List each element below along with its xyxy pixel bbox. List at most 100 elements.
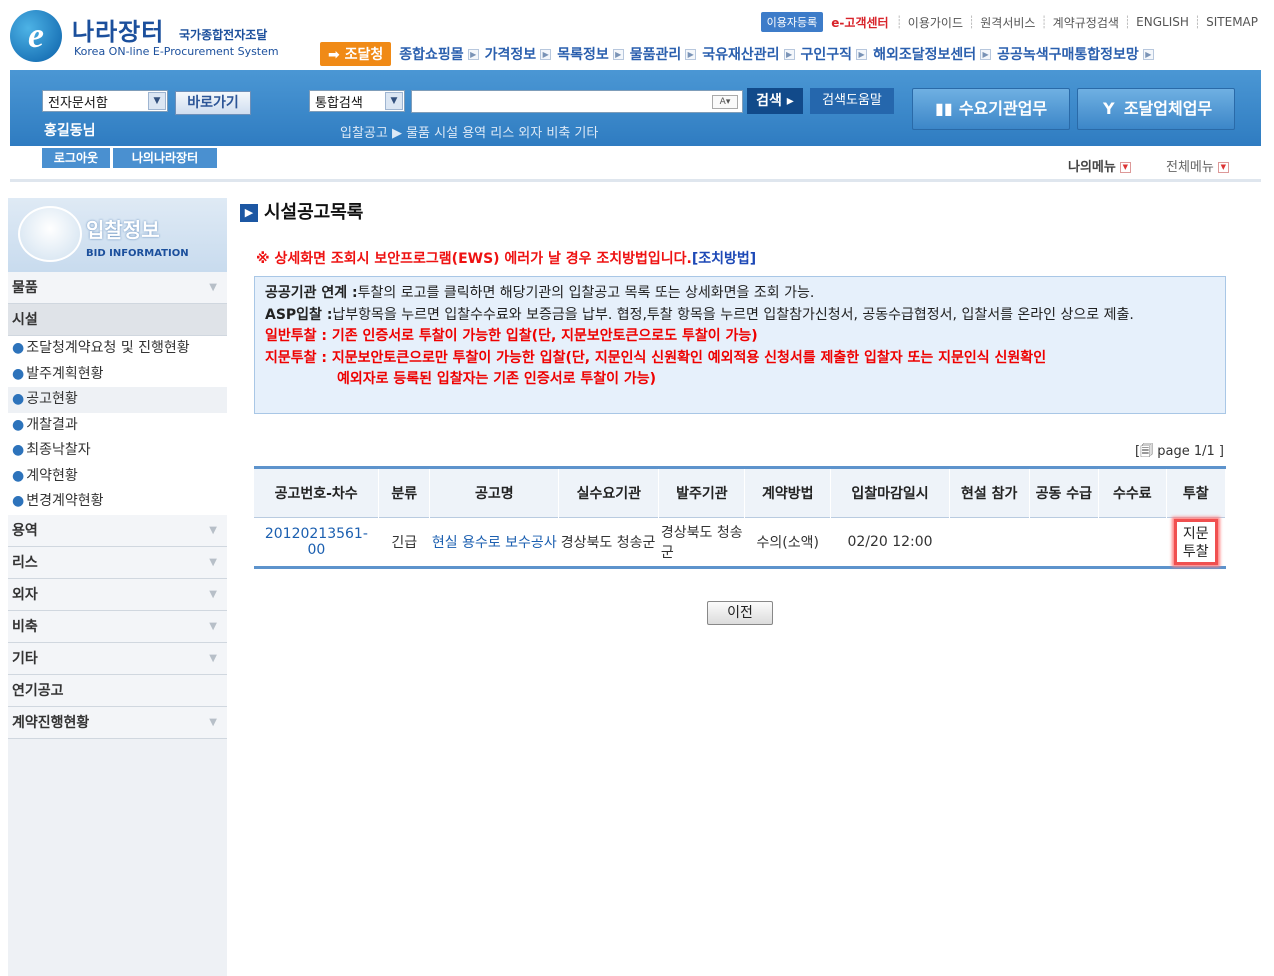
global-nav: ➡ 조달청 종합쇼핑몰 ▶ 가격정보 ▶ 목록정보 ▶ 물품관리 ▶ 국유재산관리 ▶ 구… xyxy=(320,42,1160,66)
gnav-item-price[interactable]: 가격정보 ▶ xyxy=(485,44,552,64)
chevron-down-icon: ▼ xyxy=(385,92,403,110)
col-header-category: 분류 xyxy=(378,467,431,518)
my-menu-link[interactable]: 나의메뉴 ▼ xyxy=(1068,156,1131,175)
bullet-icon: ● xyxy=(12,493,25,509)
notice-title-link[interactable]: 현실 용수로 보수공사 xyxy=(429,517,559,568)
col-header-deadline: 입찰마감일시 xyxy=(830,467,950,518)
sidebar-item-etc[interactable]: 기타 ▼ xyxy=(8,642,227,675)
all-menu-link[interactable]: 전체메뉴 ▼ xyxy=(1166,156,1229,175)
utility-links: 이용자등록 e-고객센터 ┊ 이용가이드 ┊ 원격서비스 ┊ 계약규정검색 ┊ ENGL… xyxy=(760,12,1258,32)
doc-box-select[interactable]: 전자문서함 ▼ xyxy=(42,90,168,112)
sidebar-item-progress[interactable]: 계약진행현황 ▼ xyxy=(8,706,227,739)
cell-order-agency: 경상북도 청송군 xyxy=(658,517,745,568)
fingerprint-bid-button[interactable]: 지문 투찰 xyxy=(1173,519,1218,565)
sidebar-subitem-notice[interactable]: ● 공고현황 xyxy=(8,387,227,413)
search-help-button[interactable]: 검색도움말 xyxy=(810,88,894,114)
sidebar-item-postponed[interactable]: 연기공고 xyxy=(8,674,227,707)
logo-english: Korea ON-line E-Procurement System xyxy=(74,45,279,58)
gnav-item-green[interactable]: 공공녹색구매통합정보망 ▶ xyxy=(997,44,1154,64)
book-icon: ▮▮ xyxy=(935,99,953,118)
chevron-down-icon: ▼ xyxy=(148,92,166,110)
gnav-item-state-property[interactable]: 국유재산관리 ▶ xyxy=(702,44,795,64)
handshake-icon: Y xyxy=(1103,99,1115,118)
user-name: 홍길동님 xyxy=(44,123,96,139)
col-header-bid: 투찰 xyxy=(1166,467,1227,518)
sidebar-item-service[interactable]: 용역 ▼ xyxy=(8,514,227,547)
sidebar-subitem-contract[interactable]: ● 계약현황 xyxy=(8,463,227,489)
sidebar-item-foreign[interactable]: 외자 ▼ xyxy=(8,578,227,611)
sidebar-subitem-request[interactable]: ● 조달청계약요청 및 진행현황 xyxy=(8,336,227,362)
english-link[interactable]: ENGLISH xyxy=(1136,15,1189,29)
sidebar-title: 입찰정보 xyxy=(86,218,160,242)
chevron-down-icon: ▼ xyxy=(209,716,217,728)
col-header-site-visit: 현설 참가 xyxy=(949,467,1030,518)
fix-method-link[interactable]: [조치방법] xyxy=(692,251,756,267)
arrow-right-icon: ▶ xyxy=(1142,48,1154,60)
sidebar-subitem-plan[interactable]: ● 발주계획현황 xyxy=(8,361,227,387)
sitemap-link[interactable]: SITEMAP xyxy=(1206,15,1258,29)
logo-subtitle: 국가종합전자조달 xyxy=(179,28,268,42)
sidebar-subitem-change[interactable]: ● 변경계약현황 xyxy=(8,489,227,515)
search-button[interactable]: 검색 ▸ xyxy=(747,88,803,114)
arrow-right-icon: ▶ xyxy=(856,48,868,60)
search-type-select[interactable]: 통합검색 ▼ xyxy=(309,90,405,112)
remote-service-link[interactable]: 원격서비스 xyxy=(980,14,1035,31)
logo-name[interactable]: 나라장터 xyxy=(72,12,164,47)
cell-bid: 지문 투찰 xyxy=(1166,517,1226,568)
sidebar-subitem-winner[interactable]: ● 최종낙찰자 xyxy=(8,438,227,464)
col-header-contract-method: 계약방법 xyxy=(744,467,832,518)
ime-toggle[interactable]: A▾ xyxy=(712,95,738,109)
cell-contract-method: 수의(소액) xyxy=(744,517,831,568)
chevron-down-icon: ▼ xyxy=(1119,162,1131,173)
sidebar-item-stockpile[interactable]: 비축 ▼ xyxy=(8,610,227,643)
gnav-item-jobs[interactable]: 구인구직 ▶ xyxy=(801,44,868,64)
guide-link[interactable]: 이용가이드 xyxy=(908,14,963,31)
sidebar-item-goods[interactable]: 물품 ▼ xyxy=(8,272,227,304)
sidebar-item-facility[interactable]: 시설 xyxy=(8,304,227,336)
info-text-public: 투찰의 로고를 클릭하면 해당기관의 입찰공고 목록 또는 상세화면을 조회 가… xyxy=(357,285,815,301)
col-header-number: 공고번호-차수 xyxy=(254,467,380,518)
search-input[interactable]: A▾ xyxy=(411,90,743,113)
cell-joint xyxy=(1029,517,1099,568)
col-header-fee: 수수료 xyxy=(1098,467,1167,518)
sidebar-item-lease[interactable]: 리스 ▼ xyxy=(8,546,227,579)
customer-center-link[interactable]: e-고객센터 xyxy=(831,14,888,31)
chevron-down-icon: ▼ xyxy=(209,620,217,632)
go-button[interactable]: 바로가기 xyxy=(175,91,251,115)
sidebar-subitem-opening[interactable]: ● 개찰결과 xyxy=(8,412,227,438)
cell-deadline: 02/20 12:00 xyxy=(830,517,950,568)
info-box: 공공기관 연계 :투찰의 로고를 클릭하면 해당기관의 입찰공고 목록 또는 상… xyxy=(254,276,1226,414)
arrow-right-icon: ▶ xyxy=(685,48,697,60)
gnav-item-overseas[interactable]: 해외조달정보센터 ▶ xyxy=(873,44,992,64)
col-header-order-agency: 발주기관 xyxy=(658,467,746,518)
gnav-item-goods[interactable]: 물품관리 ▶ xyxy=(630,44,697,64)
arrow-right-icon: ▶ xyxy=(467,48,479,60)
quick-links[interactable]: 입찰공고 ▶ 물품 시설 용역 리스 외자 비축 기타 xyxy=(340,122,598,141)
need-agency-button[interactable]: ▮▮ 수요기관업무 xyxy=(912,88,1070,130)
cell-demand-agency: 경상북도 청송군 xyxy=(558,517,659,568)
gnav-item-catalog[interactable]: 목록정보 ▶ xyxy=(557,44,624,64)
gnav-item-shopping[interactable]: 종합쇼핑몰 ▶ xyxy=(399,44,479,64)
logout-button[interactable]: 로그아웃 xyxy=(42,148,110,168)
info-label-public: 공공기관 연계 : xyxy=(265,285,358,301)
register-link[interactable]: 이용자등록 xyxy=(760,12,824,32)
warning-text: ※ 상세화면 조회시 보안프로그램(EWS) 에러가 날 경우 조치방법입니다.… xyxy=(256,251,757,267)
info-general-bid: 일반투찰 : 기존 인증서로 투찰이 가능한 입찰(단, 지문보안토큰으로도 투… xyxy=(265,328,758,344)
supplier-button[interactable]: Y 조달업체업무 xyxy=(1077,88,1235,130)
info-label-asp: ASP입찰 : xyxy=(265,306,333,323)
notice-number-link[interactable]: 20120213561-00 xyxy=(254,517,379,568)
sidebar-header: 입찰정보 BID INFORMATION xyxy=(8,198,227,272)
bullet-icon: ● xyxy=(12,391,25,407)
arrow-right-icon: ▶ xyxy=(612,48,624,60)
rules-search-link[interactable]: 계약규정검색 xyxy=(1053,14,1119,31)
page-indicator: [🗐 page 1/1 ] xyxy=(1135,444,1224,459)
bullet-icon: ● xyxy=(12,467,25,484)
chevron-down-icon: ▼ xyxy=(209,588,217,600)
gnav-procurement[interactable]: ➡ 조달청 xyxy=(320,42,392,66)
my-nara-button[interactable]: 나의나라장터 xyxy=(113,148,217,168)
e-logo-icon[interactable]: e xyxy=(10,10,62,62)
prev-button[interactable]: 이전 xyxy=(707,601,773,625)
col-header-title: 공고명 xyxy=(429,467,560,518)
play-icon: ▶ xyxy=(240,204,258,222)
sidebar: 입찰정보 BID INFORMATION 물품 ▼ 시설 ● 조달청계약요청 및 진… xyxy=(8,198,227,976)
